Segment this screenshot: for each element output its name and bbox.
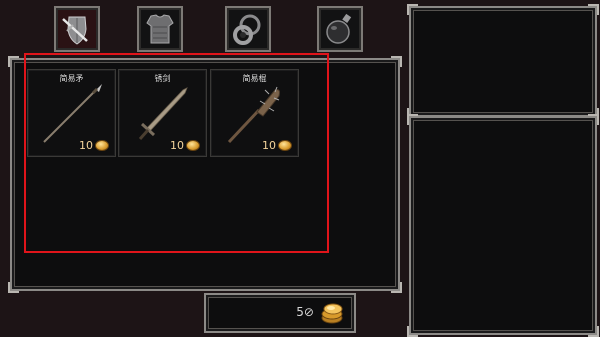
gold-counter: 5⊘ [204, 293, 356, 333]
tab-armor[interactable] [137, 6, 183, 52]
tab-accessory[interactable] [225, 6, 271, 52]
ring-icon [233, 14, 261, 45]
gold-coins-icon [321, 303, 343, 324]
gold-amount: 5⊘ [296, 305, 314, 319]
tab-consumable[interactable] [317, 6, 363, 52]
selection-highlight [24, 53, 329, 253]
sword-shield-icon [62, 16, 88, 45]
potion-icon [326, 13, 352, 44]
chest-armor-icon [146, 14, 174, 44]
tab-weapon[interactable] [54, 6, 100, 52]
item-preview-panel [407, 4, 599, 119]
item-detail-panel [407, 114, 599, 337]
